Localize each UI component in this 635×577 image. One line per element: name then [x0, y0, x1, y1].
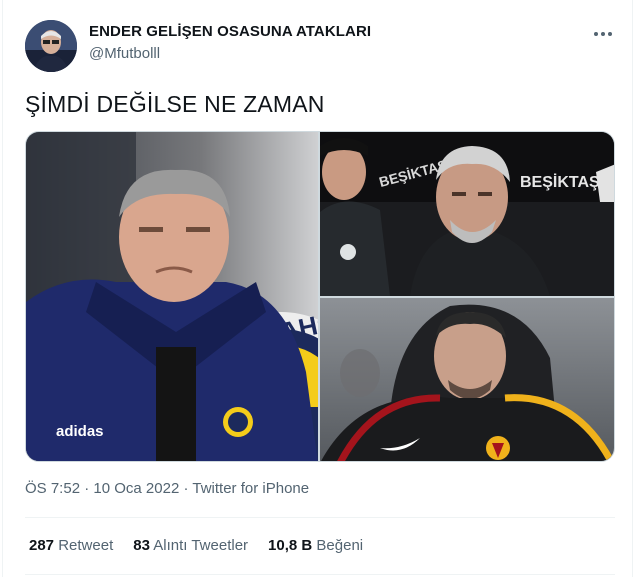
photo-left-image: ERBAHÇE adidas: [26, 132, 318, 461]
tweet-meta: ÖS 7:52 · 10 Oca 2022 · Twitter for iPho…: [25, 480, 309, 497]
likes-count: 10,8 B: [268, 537, 313, 554]
likes-stat[interactable]: 10,8 B Beğeni: [268, 537, 363, 554]
more-dot: [601, 32, 605, 36]
photo-coach-fenerbahce[interactable]: ERBAHÇE adidas: [26, 132, 318, 461]
quotes-label: Alıntı Tweetler: [153, 537, 249, 554]
tweet-time[interactable]: ÖS 7:52: [25, 480, 80, 497]
divider: [25, 574, 615, 575]
retweets-stat[interactable]: 287 Retweet: [29, 537, 113, 554]
avatar[interactable]: [25, 20, 77, 72]
photo-coach-galatasaray[interactable]: [320, 298, 614, 461]
divider: [25, 517, 615, 518]
likes-label: Beğeni: [316, 537, 364, 554]
media-grid: ERBAHÇE adidas BEŞİ: [25, 131, 615, 462]
meta-separator: ·: [183, 480, 189, 497]
tweet-date[interactable]: 10 Oca 2022: [93, 480, 179, 497]
avatar-image: [25, 20, 77, 72]
photo-coach-besiktas[interactable]: BEŞİKTAŞ BEŞİKTAŞ JK: [320, 132, 614, 296]
tweet-text: ŞİMDİ DEĞİLSE NE ZAMAN: [25, 91, 325, 117]
retweets-count: 287: [29, 537, 55, 554]
more-dot: [608, 32, 612, 36]
sponsor-logo: adidas: [56, 423, 104, 440]
author-name[interactable]: ENDER GELİŞEN OSASUNA ATAKLARI: [89, 23, 371, 40]
author-handle[interactable]: @Mfutbolll: [89, 45, 160, 62]
quote-tweets-stat[interactable]: 83 Alıntı Tweetler: [133, 537, 248, 554]
tweet-source[interactable]: Twitter for iPhone: [192, 480, 309, 497]
quotes-count: 83: [133, 537, 150, 554]
tweet-stats: 287 Retweet 83 Alıntı Tweetler 10,8 B Be…: [29, 537, 363, 554]
tweet-card: ENDER GELİŞEN OSASUNA ATAKLARI @Mfutboll…: [2, 0, 633, 577]
more-dot: [594, 32, 598, 36]
more-horizontal-icon[interactable]: [588, 22, 618, 46]
photo-tr-image: BEŞİKTAŞ BEŞİKTAŞ JK: [320, 132, 614, 296]
meta-separator: ·: [84, 480, 90, 497]
retweets-label: Retweet: [58, 537, 114, 554]
photo-br-image: [320, 298, 614, 461]
